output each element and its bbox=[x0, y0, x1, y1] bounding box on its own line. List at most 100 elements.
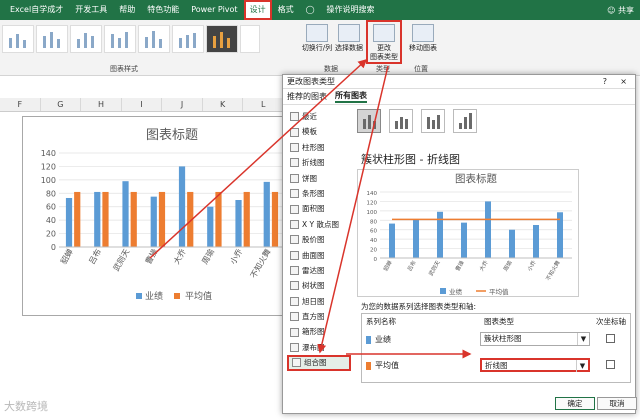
tab-excel-self-study[interactable]: Excel自学成才 bbox=[4, 0, 69, 20]
ok-button[interactable]: 确定 bbox=[555, 397, 595, 410]
chart-type-label: 瀑布图 bbox=[302, 342, 325, 352]
bar-chart-icon bbox=[290, 189, 299, 199]
chart-type-radar[interactable]: 雷达图 bbox=[287, 263, 351, 278]
tab-special-features[interactable]: 特色功能 bbox=[141, 0, 185, 20]
secondary-axis-checkbox-average[interactable] bbox=[606, 360, 615, 369]
bar-performance bbox=[207, 206, 214, 247]
column-header[interactable]: I bbox=[122, 98, 163, 111]
switch-row-col-button[interactable]: 切换行/列 bbox=[300, 24, 334, 53]
y-tick-label: 20 bbox=[370, 248, 377, 254]
sunburst-chart-icon bbox=[290, 296, 299, 306]
chart-type-combo[interactable]: 组合图 bbox=[287, 355, 351, 371]
bar-performance bbox=[263, 181, 270, 247]
recent-icon bbox=[290, 112, 299, 122]
chart-type-stock[interactable]: 股价图 bbox=[287, 232, 351, 247]
tab-developer[interactable]: 开发工具 bbox=[69, 0, 113, 20]
select-data-button[interactable]: 选择数据 bbox=[334, 24, 364, 53]
worksheet-chart[interactable]: 图表标题 0 20 40 60 80 100 120 140 貂蝉 吕布 武则天 曹操 大乔 周瑜 小乔 不知火… bbox=[22, 116, 294, 316]
chart-style-thumb-2[interactable] bbox=[36, 25, 68, 53]
tab-power-pivot[interactable]: Power Pivot bbox=[185, 0, 243, 20]
column-headers: F G H I J K L bbox=[0, 98, 285, 112]
chart-style-scroll[interactable] bbox=[240, 25, 260, 53]
switch-row-col-icon bbox=[306, 24, 328, 42]
chart-type-waterfall[interactable]: 瀑布图 bbox=[287, 340, 351, 355]
column-header[interactable]: F bbox=[0, 98, 41, 111]
y-tick-label: 0 bbox=[51, 243, 56, 252]
chart-style-thumb-6[interactable] bbox=[172, 25, 204, 53]
chart-style-thumb-5[interactable] bbox=[138, 25, 170, 53]
change-chart-type-label: 更改 图表类型 bbox=[370, 44, 398, 61]
chart-type-recent[interactable]: 最近 bbox=[287, 109, 351, 124]
combo-subtype-custom-icon[interactable] bbox=[453, 109, 477, 133]
help-icon[interactable]: ? bbox=[603, 75, 607, 89]
chart-type-template[interactable]: 模板 bbox=[287, 124, 351, 139]
chart-type-select-value: 折线图 bbox=[485, 361, 508, 370]
x-tick-label: 大乔 bbox=[477, 259, 490, 273]
y-tick-label: 40 bbox=[46, 216, 56, 225]
chart-type-scatter[interactable]: X Y 散点图 bbox=[287, 217, 351, 232]
close-icon[interactable]: × bbox=[620, 75, 627, 89]
chart-style-thumb-3[interactable] bbox=[70, 25, 102, 53]
share-button[interactable]: ☺ 共享 bbox=[607, 5, 640, 16]
bar-average bbox=[215, 191, 222, 247]
chart-type-column[interactable]: 柱形图 bbox=[287, 140, 351, 155]
chart-type-histogram[interactable]: 直方图 bbox=[287, 309, 351, 324]
dialog-tabs: 推荐的图表 所有图表 bbox=[283, 89, 635, 105]
chart-type-bar[interactable]: 条形图 bbox=[287, 186, 351, 201]
y-tick-label: 0 bbox=[374, 257, 378, 263]
chart-style-thumb-4[interactable] bbox=[104, 25, 136, 53]
chart-type-label: 树状图 bbox=[302, 281, 325, 291]
chart-type-label: 旭日图 bbox=[302, 296, 325, 306]
x-tick-label: 武则天 bbox=[427, 259, 442, 278]
chart-type-treemap[interactable]: 树状图 bbox=[287, 278, 351, 293]
dialog-title: 更改图表类型 bbox=[287, 77, 335, 86]
combo-chart-icon bbox=[292, 358, 301, 368]
change-chart-type-button[interactable]: 更改 图表类型 bbox=[366, 20, 402, 64]
select-data-label: 选择数据 bbox=[335, 44, 363, 52]
move-chart-label: 移动图表 bbox=[409, 44, 437, 52]
chart-type-pie[interactable]: 饼图 bbox=[287, 171, 351, 186]
tab-all-charts[interactable]: 所有图表 bbox=[335, 90, 367, 103]
series-row-performance: 业绩 bbox=[366, 334, 391, 345]
tab-recommended-charts[interactable]: 推荐的图表 bbox=[287, 91, 327, 102]
cancel-button[interactable]: 取消 bbox=[597, 397, 637, 410]
chart-type-sunburst[interactable]: 旭日图 bbox=[287, 294, 351, 309]
move-chart-button[interactable]: 移动图表 bbox=[406, 24, 440, 53]
combo-subtype-clustered-line-icon[interactable] bbox=[357, 109, 381, 133]
series-table: 系列名称 图表类型 次坐标轴 业绩 簇状柱形图 ▼ 平均值 折线图 ▼ bbox=[361, 313, 631, 383]
column-header[interactable]: L bbox=[243, 98, 285, 111]
group-label-location: 位置 bbox=[414, 65, 428, 73]
template-icon bbox=[290, 127, 299, 137]
preview-chart[interactable]: 图表标题 0 20 40 60 80 100 120 140 貂蝉 吕布 武则天 曹操 大乔 周瑜 小乔 不知火… bbox=[357, 169, 579, 297]
chart-type-label: 饼图 bbox=[302, 173, 317, 183]
chart-type-surface[interactable]: 曲面图 bbox=[287, 248, 351, 263]
lightbulb-icon: ◯ bbox=[305, 5, 315, 14]
combo-subtype-stacked-area-icon[interactable] bbox=[421, 109, 445, 133]
column-header[interactable]: H bbox=[81, 98, 122, 111]
legend-swatch-performance bbox=[440, 288, 446, 294]
tab-format[interactable]: 格式 bbox=[272, 0, 300, 20]
column-header[interactable]: G bbox=[41, 98, 82, 111]
chart-type-boxwhisker[interactable]: 箱形图 bbox=[287, 324, 351, 339]
tab-help[interactable]: 帮助 bbox=[113, 0, 141, 20]
chart-type-line[interactable]: 折线图 bbox=[287, 155, 351, 170]
chart-type-select-performance[interactable]: 簇状柱形图 ▼ bbox=[480, 332, 590, 346]
line-chart-icon bbox=[290, 158, 299, 168]
column-header[interactable]: J bbox=[162, 98, 203, 111]
column-header[interactable]: K bbox=[203, 98, 244, 111]
chart-type-label: 模板 bbox=[302, 127, 317, 137]
chart-type-label: 组合图 bbox=[304, 358, 327, 368]
x-tick-label: 小乔 bbox=[525, 259, 538, 273]
chart-style-thumb-1[interactable] bbox=[2, 25, 34, 53]
surface-chart-icon bbox=[290, 250, 299, 260]
tab-design[interactable]: 设计 bbox=[243, 0, 272, 20]
chart-style-thumb-7[interactable] bbox=[206, 25, 238, 53]
search-box[interactable]: 操作说明搜索 bbox=[321, 0, 381, 20]
secondary-axis-checkbox-performance[interactable] bbox=[606, 334, 615, 343]
chart-type-area[interactable]: 面积图 bbox=[287, 201, 351, 216]
legend-label-performance: 业绩 bbox=[145, 290, 163, 302]
combo-subtype-row bbox=[357, 109, 477, 133]
chart-type-select-average[interactable]: 折线图 ▼ bbox=[480, 358, 590, 372]
bar-performance bbox=[485, 201, 491, 258]
combo-subtype-secondary-axis-icon[interactable] bbox=[389, 109, 413, 133]
